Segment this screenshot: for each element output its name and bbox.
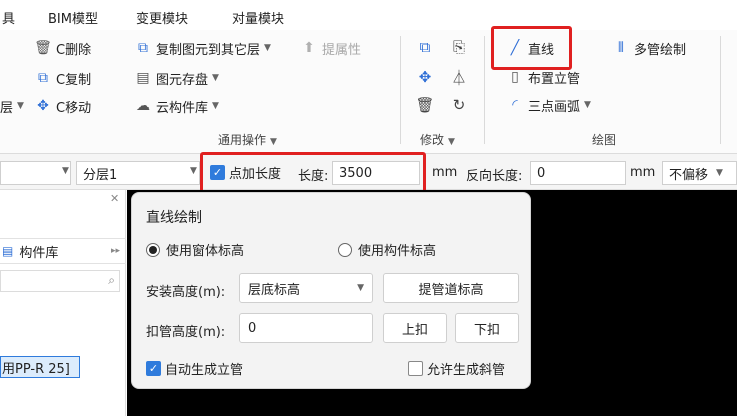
layer-dropdown[interactable]: 层 ▼ <box>0 96 24 116</box>
chevron-down-icon: ▼ <box>62 166 69 176</box>
allow-slope-checkbox[interactable]: 允许生成斜管 <box>408 359 505 378</box>
rotate-icon[interactable]: ↻ <box>448 94 470 116</box>
cloud-library-button[interactable]: ☁ 云构件库 ▼ <box>134 96 219 116</box>
cloud-icon: ☁ <box>136 98 150 114</box>
search-input[interactable]: ⌕ <box>0 270 120 292</box>
raise-icon: ⬆ <box>303 40 315 56</box>
mirror-icon[interactable]: ⏃ <box>448 66 470 88</box>
close-icon[interactable]: ✕ <box>110 192 119 205</box>
ribbon-divider <box>400 36 401 144</box>
copy-layer-icon: ⧉ <box>138 40 148 56</box>
chevron-down-icon: ▼ <box>357 283 364 293</box>
buckle-down-button[interactable]: 下扣 <box>455 313 519 343</box>
install-height-label: 安装高度(m): <box>146 285 226 300</box>
reverse-length-label: 反向长度: <box>466 169 523 184</box>
search-icon: ⌕ <box>108 273 115 287</box>
unchecked-box-icon <box>408 361 423 376</box>
radio-window-elevation[interactable]: 使用窗体标高 <box>146 240 244 259</box>
chevron-down-icon: ▼ <box>190 166 197 176</box>
radio-component-elevation[interactable]: 使用构件标高 <box>338 240 436 259</box>
chevron-down-icon: ▼ <box>212 73 219 83</box>
raise-attribute-button[interactable]: ⬆ 提属性 <box>300 38 361 58</box>
line-button-highlight <box>491 26 572 70</box>
chevron-down-icon: ▼ <box>212 101 219 111</box>
chevron-down-icon: ▼ <box>264 43 271 53</box>
radio-selected-icon <box>146 242 160 257</box>
chevron-down-icon: ▼ <box>17 101 24 111</box>
auto-riser-checkbox[interactable]: ✓ 自动生成立管 <box>146 359 243 378</box>
element-save-button[interactable]: ▤ 图元存盘 ▼ <box>134 68 219 88</box>
reverse-length-unit: mm <box>630 165 656 180</box>
menu-tabs: 具 BIM模型 变更模块 对量模块 <box>0 0 737 30</box>
tab-change-module[interactable]: 变更模块 <box>136 8 188 27</box>
buckle-height-label: 扣管高度(m): <box>146 325 226 340</box>
three-point-arc-button[interactable]: ◜ 三点画弧 ▼ <box>506 95 591 115</box>
ribbon-divider <box>720 36 721 144</box>
delete-modify-icon[interactable]: 🗑 <box>414 94 436 116</box>
expand-icon[interactable]: ▸▸ <box>111 246 120 256</box>
c-move-button[interactable]: ✥ C移动 <box>34 96 91 116</box>
chevron-down-icon: ▼ <box>584 100 591 110</box>
tab-quantity-module[interactable]: 对量模块 <box>232 8 284 27</box>
group-draw-label: 绘图 <box>592 133 617 147</box>
c-copy-button[interactable]: ⧉ C复制 <box>34 68 91 88</box>
library-tab[interactable]: ▤ 构件库 ▸▸ <box>0 238 126 264</box>
multi-pipe-icon: ⫴ <box>618 40 624 56</box>
pipe-elevation-button[interactable]: 提管道标高 <box>383 273 519 303</box>
ribbon-divider <box>484 36 485 144</box>
tab-tools[interactable]: 具 <box>2 8 15 27</box>
align-icon[interactable]: ⎘ <box>448 36 470 58</box>
check-icon: ✓ <box>146 361 161 376</box>
buckle-height-input[interactable]: 0 <box>239 313 373 343</box>
ribbon: 🗑 C删除 ⧉ C复制 层 ▼ ✥ C移动 ⧉ 复制图元到其它层 ▼ ⬆ 提属性 ▤ 图元存盘 ▼… <box>0 30 737 154</box>
length-unit: mm <box>432 165 458 180</box>
offset-select[interactable]: 不偏移 ▼ <box>662 161 737 185</box>
reverse-length-input[interactable]: 0 <box>530 161 626 185</box>
length-option-highlight <box>200 152 426 193</box>
chevron-down-icon: ▼ <box>270 137 277 147</box>
library-icon: ▤ <box>2 244 14 258</box>
copy-icon: ⧉ <box>38 70 48 86</box>
left-panel: ✕ ▤ 构件库 ▸▸ ⌕ 用PP-R 25] <box>0 190 126 416</box>
chevron-down-icon: ▼ <box>448 137 455 147</box>
save-icon: ▤ <box>136 70 150 86</box>
tree-item-selected[interactable]: 用PP-R 25] <box>0 356 80 378</box>
multi-pipe-draw-button[interactable]: ⫴ 多管绘制 <box>612 38 686 58</box>
tab-bim-model[interactable]: BIM模型 <box>48 8 98 27</box>
chevron-down-icon: ▼ <box>716 168 723 178</box>
install-height-select[interactable]: 层底标高 ▼ <box>239 273 373 303</box>
arc-icon: ◜ <box>512 97 518 113</box>
buckle-up-button[interactable]: 上扣 <box>383 313 447 343</box>
move-modify-icon[interactable]: ✥ <box>414 66 436 88</box>
c-delete-button[interactable]: 🗑 C删除 <box>34 38 91 58</box>
place-vertical-pipe-button[interactable]: ▯ 布置立管 <box>506 67 580 87</box>
group-modify[interactable]: 修改 ▼ <box>420 131 455 148</box>
copy-to-other-layer-button[interactable]: ⧉ 复制图元到其它层 ▼ <box>134 38 271 58</box>
vertical-pipe-icon: ▯ <box>511 69 519 85</box>
option-blank-dropdown[interactable] <box>0 161 71 185</box>
trash-icon: 🗑 <box>34 40 52 56</box>
move-icon: ✥ <box>37 98 49 114</box>
popup-title: 直线绘制 <box>146 210 202 226</box>
copy-modify-icon[interactable]: ⧉ <box>414 36 436 58</box>
radio-unselected-icon <box>338 242 352 257</box>
group-general[interactable]: 通用操作 ▼ <box>218 131 277 148</box>
line-draw-popup: 直线绘制 使用窗体标高 使用构件标高 安装高度(m): 层底标高 ▼ 提管道标高… <box>131 192 531 389</box>
layer-select[interactable]: 分层1 <box>76 161 200 185</box>
